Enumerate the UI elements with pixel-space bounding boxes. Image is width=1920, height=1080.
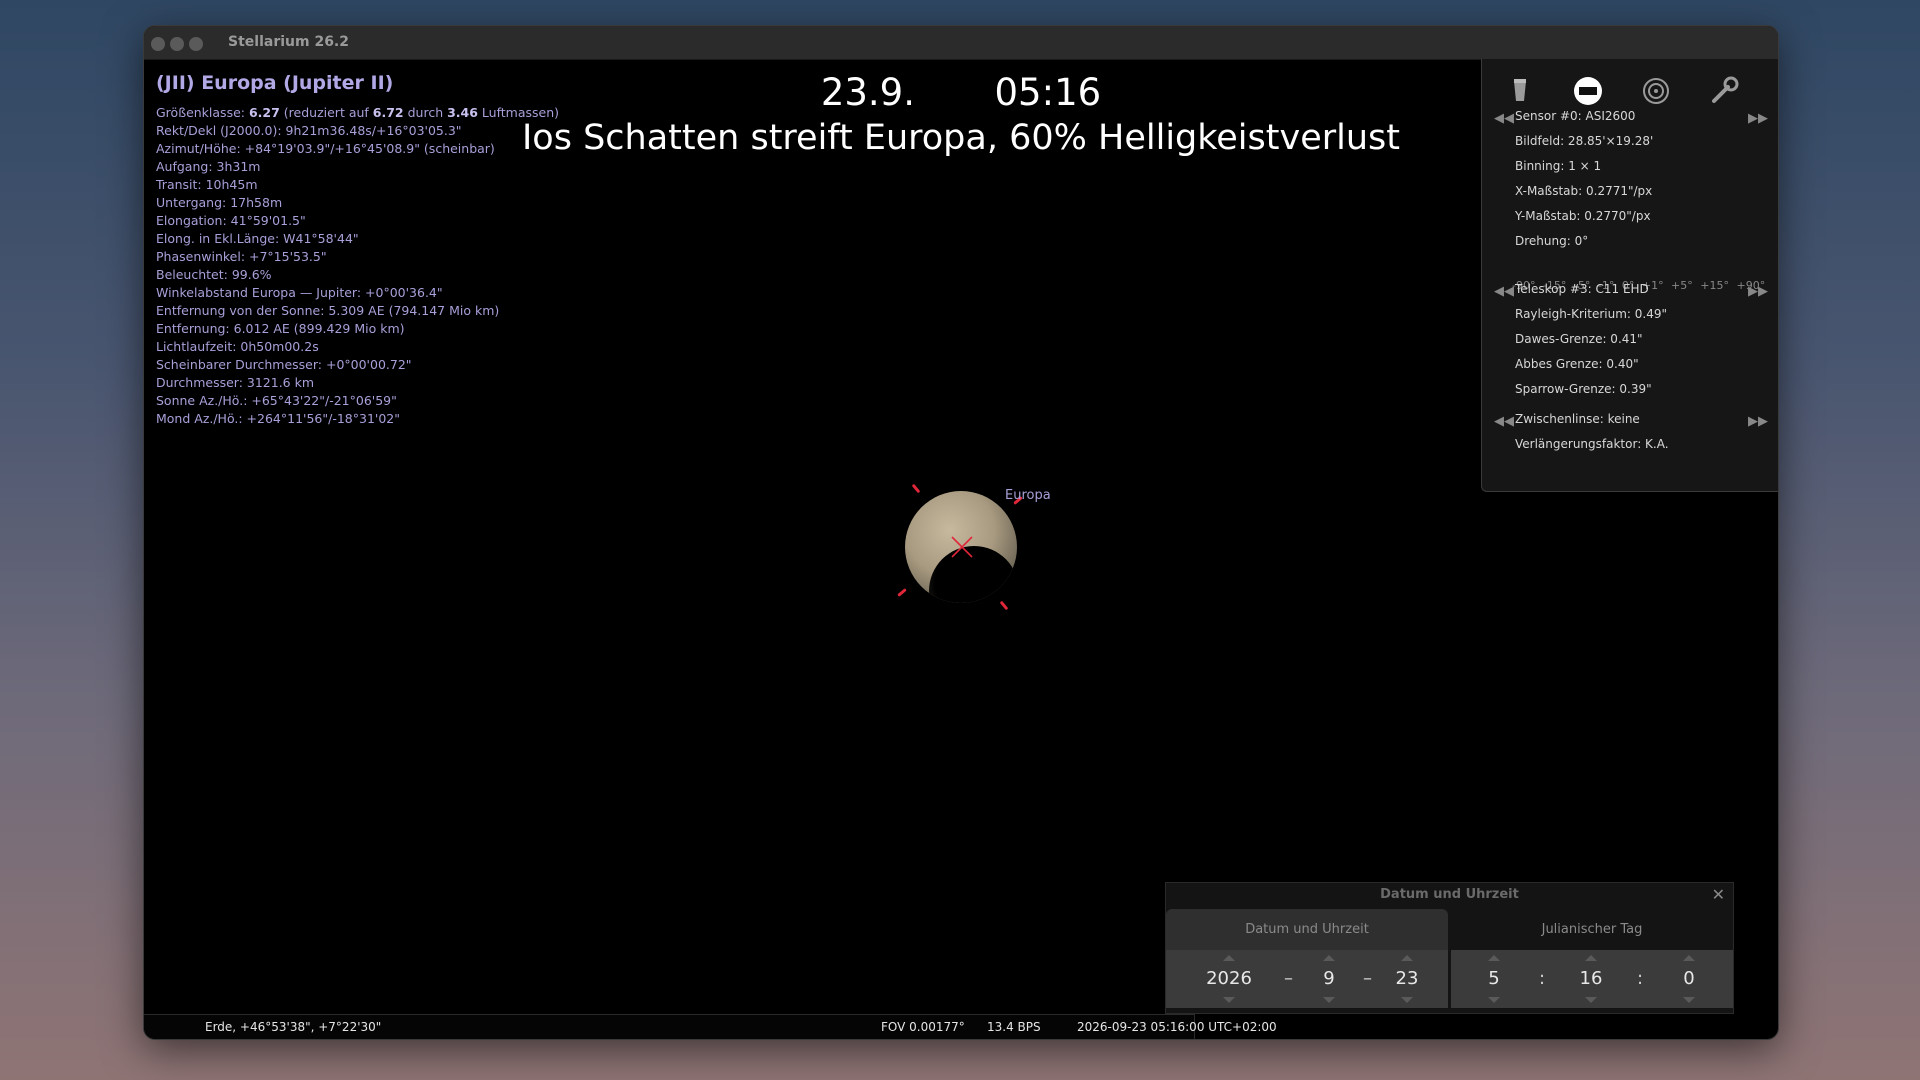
telrad-icon[interactable] — [1636, 71, 1676, 111]
sensor-frame-icon[interactable] — [1568, 71, 1608, 111]
abbe-limit: Abbes Grenze: 0.40" — [1515, 357, 1639, 371]
y-scale: Y-Maßstab: 0.2770"/px — [1515, 209, 1651, 223]
telescope-name: Teleskop #3: C11 EHD — [1515, 282, 1649, 296]
fov-status: FOV 0.00177° — [881, 1020, 965, 1034]
dawes-limit: Dawes-Grenze: 0.41" — [1515, 332, 1643, 346]
time-separator: : — [1539, 968, 1546, 989]
info-line: Aufgang: 3h31m — [156, 159, 261, 174]
close-icon[interactable]: ✕ — [1712, 885, 1725, 904]
wrench-icon[interactable] — [1704, 71, 1744, 111]
sensor-name: Sensor #0: ASI2600 — [1515, 109, 1636, 123]
info-line: Mond Az./Hö.: +264°11'56"/-18°31'02" — [156, 411, 401, 426]
x-scale: X-Maßstab: 0.2771"/px — [1515, 184, 1653, 198]
oculars-toolbar — [1500, 71, 1760, 111]
hour-spinner[interactable]: 5 — [1469, 950, 1519, 1008]
info-line: Lichtlaufzeit: 0h50m00.2s — [156, 339, 319, 354]
day-spinner[interactable]: 23 — [1382, 950, 1432, 1008]
europa-label: Europa — [1005, 488, 1051, 503]
title-bar: Stellarium 26.2 — [144, 26, 1778, 60]
tab-julian-day[interactable]: Julianischer Tag — [1451, 909, 1733, 950]
date-separator: – — [1284, 968, 1293, 989]
fps-status: 13.4 BPS — [987, 1020, 1041, 1034]
date-separator: – — [1363, 968, 1372, 989]
info-line: Transit: 10h45m — [156, 177, 258, 192]
zoom-window-button[interactable] — [189, 37, 203, 51]
rotation: Drehung: 0° — [1515, 234, 1589, 248]
info-line: Elong. in Ekl.Länge: W41°58'44" — [156, 231, 359, 246]
month-spinner[interactable]: 9 — [1304, 950, 1354, 1008]
prev-telescope-icon[interactable]: ◀◀ — [1494, 284, 1514, 299]
oculars-panel: ◀◀ ▶▶ Sensor #0: ASI2600 Bildfeld: 28.85… — [1481, 59, 1778, 492]
overlay-time: 05:16 — [994, 71, 1102, 114]
date-spinners: 2026 – 9 – 23 — [1166, 950, 1448, 1008]
next-sensor-icon[interactable]: ▶▶ — [1748, 111, 1768, 126]
second-spinner[interactable]: 0 — [1664, 950, 1714, 1008]
info-line: Scheinbarer Durchmesser: +0°00'00.72" — [156, 357, 412, 372]
prev-lens-icon[interactable]: ◀◀ — [1494, 414, 1514, 429]
next-telescope-icon[interactable]: ▶▶ — [1748, 284, 1768, 299]
info-line: Elongation: 41°59'01.5" — [156, 213, 306, 228]
minimize-window-button[interactable] — [170, 37, 184, 51]
binning: Binning: 1 × 1 — [1515, 159, 1602, 173]
time-separator: : — [1637, 968, 1644, 989]
year-spinner[interactable]: 2026 — [1201, 950, 1257, 1008]
location-status[interactable]: Erde, +46°53'38", +7°22'30" — [205, 1020, 381, 1034]
status-bar: Erde, +46°53'38", +7°22'30" FOV 0.00177°… — [144, 1014, 1277, 1039]
info-line: Sonne Az./Hö.: +65°43'22"/-21°06'59" — [156, 393, 397, 408]
time-spinners: 5 : 16 : 0 — [1451, 950, 1733, 1008]
close-window-button[interactable] — [151, 37, 165, 51]
datetime-dialog: Datum und Uhrzeit ✕ Datum und Uhrzeit Ju… — [1165, 882, 1734, 1014]
tab-date-time[interactable]: Datum und Uhrzeit — [1166, 909, 1448, 950]
prev-sensor-icon[interactable]: ◀◀ — [1494, 111, 1514, 126]
field-of-view: Bildfeld: 28.85'×19.28' — [1515, 134, 1654, 148]
info-line: Winkelabstand Europa — Jupiter: +0°00'36… — [156, 285, 443, 300]
minute-spinner[interactable]: 16 — [1566, 950, 1616, 1008]
stellarium-window: Stellarium 26.2 (JII) Europa (Jupiter II… — [143, 25, 1779, 1040]
center-cross-icon — [951, 536, 973, 558]
info-line: Durchmesser: 3121.6 km — [156, 375, 315, 390]
info-line: Entfernung: 6.012 AE (899.429 Mio km) — [156, 321, 405, 336]
overlay-date: 23.9. — [820, 71, 915, 114]
lens-factor: Verlängerungsfaktor: K.A. — [1515, 437, 1669, 451]
datetime-status[interactable]: 2026-09-23 05:16:00 UTC+02:00 — [1077, 1020, 1277, 1034]
selection-marker — [911, 483, 921, 494]
selection-marker — [897, 588, 907, 597]
lens-name: Zwischenlinse: keine — [1515, 412, 1640, 426]
sparrow-limit: Sparrow-Grenze: 0.39" — [1515, 382, 1652, 396]
next-lens-icon[interactable]: ▶▶ — [1748, 414, 1768, 429]
ocular-icon[interactable] — [1500, 71, 1540, 111]
window-title: Stellarium 26.2 — [228, 34, 349, 50]
rayleigh-criterion: Rayleigh-Kriterium: 0.49" — [1515, 307, 1668, 321]
info-line: Beleuchtet: 99.6% — [156, 267, 272, 282]
info-line: Untergang: 17h58m — [156, 195, 283, 210]
info-line: Entfernung von der Sonne: 5.309 AE (794.… — [156, 303, 500, 318]
dialog-title: Datum und Uhrzeit — [1380, 887, 1519, 902]
info-line: Phasenwinkel: +7°15'53.5" — [156, 249, 327, 264]
